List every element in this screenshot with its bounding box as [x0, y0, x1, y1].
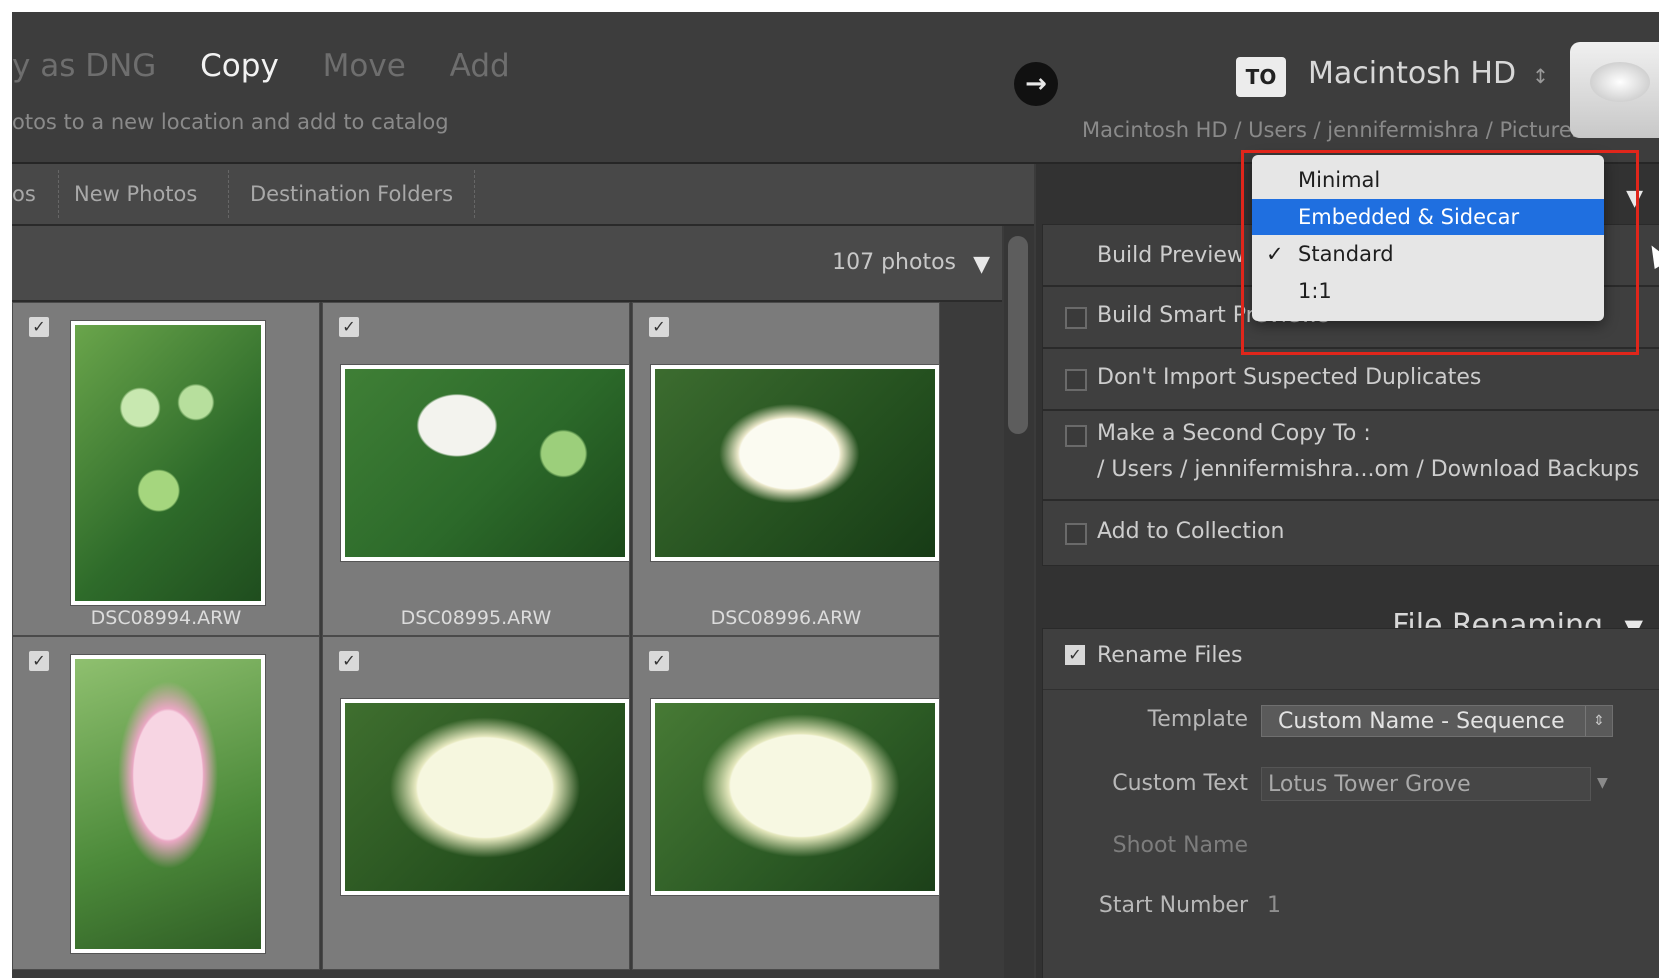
add-to-collection-row: Add to Collection — [1042, 500, 1659, 566]
include-checkbox[interactable]: ✓ — [339, 317, 359, 337]
to-badge: TO — [1236, 57, 1286, 97]
second-copy-path[interactable]: / Users / jennifermishra...om / Download… — [1097, 457, 1639, 482]
template-select[interactable]: Custom Name - Sequence ⇕ — [1261, 705, 1613, 737]
grid-cell[interactable]: ✓ DSC08996.ARW — [632, 302, 940, 636]
add-to-collection-label: Add to Collection — [1097, 519, 1285, 544]
include-checkbox[interactable]: ✓ — [339, 651, 359, 671]
grid-cell[interactable]: ✓ — [322, 636, 630, 970]
include-checkbox[interactable]: ✓ — [29, 317, 49, 337]
build-smart-previews-checkbox[interactable] — [1065, 307, 1087, 329]
divider — [1043, 689, 1659, 690]
hard-drive-icon — [1570, 42, 1659, 138]
template-label: Template — [1147, 707, 1248, 732]
photo-thumbnail[interactable] — [341, 365, 629, 561]
grid-cell[interactable]: ✓ DSC08994.ARW — [12, 302, 320, 636]
custom-text-input[interactable]: Lotus Tower Grove — [1261, 767, 1591, 801]
start-number-input[interactable]: 1 — [1267, 893, 1281, 918]
destination-path: Macintosh HD / Users / jennifermishra / … — [1082, 118, 1583, 142]
photo-thumbnail[interactable] — [651, 699, 939, 895]
tab-all-photos[interactable]: os — [12, 182, 36, 206]
tab-destination-folders[interactable]: Destination Folders — [250, 182, 453, 206]
photo-thumbnail[interactable] — [651, 365, 939, 561]
tab-divider — [228, 170, 229, 218]
rename-files-checkbox[interactable]: ✓ — [1065, 645, 1085, 665]
start-number-label: Start Number — [1098, 893, 1248, 918]
photo-thumbnail[interactable] — [71, 321, 265, 605]
mode-add[interactable]: Add — [450, 48, 510, 84]
grid-toolbar: 107 photos ▼ — [12, 226, 1002, 302]
thumbnail-filename: DSC08994.ARW — [90, 607, 242, 629]
grid-scrollbar[interactable] — [1004, 226, 1034, 978]
photo-count: 107 photos — [832, 250, 956, 275]
custom-text-value: Lotus Tower Grove — [1268, 772, 1471, 797]
build-previews-label: Build Preview — [1097, 243, 1245, 268]
import-mode-selector: y as DNG Copy Move Add — [12, 48, 544, 84]
include-checkbox[interactable]: ✓ — [649, 317, 669, 337]
add-to-collection-checkbox[interactable] — [1065, 523, 1087, 545]
second-copy-row: Make a Second Copy To : / Users / jennif… — [1042, 410, 1659, 500]
tab-divider — [474, 170, 475, 218]
mode-description: otos to a new location and add to catalo… — [12, 110, 449, 134]
mode-move[interactable]: Move — [323, 48, 406, 84]
thumbnail-filename: DSC08995.ARW — [400, 607, 552, 629]
scrollbar-thumb[interactable] — [1008, 236, 1028, 434]
source-tab-bar: os New Photos Destination Folders — [12, 164, 1034, 226]
sort-menu-triangle-icon[interactable]: ▼ — [973, 252, 990, 277]
mode-copy-as-dng[interactable]: y as DNG — [12, 48, 156, 84]
include-checkbox[interactable]: ✓ — [29, 651, 49, 671]
dont-import-duplicates-checkbox[interactable] — [1065, 369, 1087, 391]
custom-text-label: Custom Text — [1112, 771, 1248, 796]
tab-new-photos[interactable]: New Photos — [74, 182, 197, 206]
second-copy-checkbox[interactable] — [1065, 425, 1087, 447]
chevron-down-icon[interactable]: ▼ — [1597, 775, 1608, 791]
grid-cell[interactable]: ✓ — [12, 636, 320, 970]
annotation-highlight-box — [1241, 150, 1639, 355]
right-arrow-icon: → — [1014, 62, 1058, 106]
template-select-value: Custom Name - Sequence — [1278, 709, 1565, 734]
tab-divider — [58, 170, 59, 218]
include-checkbox[interactable]: ✓ — [649, 651, 669, 671]
photo-thumbnail[interactable] — [341, 699, 629, 895]
shoot-name-label: Shoot Name — [1112, 833, 1248, 858]
chevron-updown-icon: ⇕ — [1585, 706, 1612, 736]
import-window: y as DNG Copy Move Add otos to a new loc… — [12, 12, 1659, 978]
mode-copy[interactable]: Copy — [200, 48, 279, 84]
rename-files-label: Rename Files — [1097, 643, 1243, 668]
dont-import-duplicates-label: Don't Import Suspected Duplicates — [1097, 365, 1482, 390]
second-copy-label: Make a Second Copy To : — [1097, 421, 1371, 446]
dont-import-duplicates-row: Don't Import Suspected Duplicates — [1042, 348, 1659, 410]
destination-volume-selector[interactable]: Macintosh HD ↕ — [1308, 56, 1549, 91]
import-header: y as DNG Copy Move Add otos to a new loc… — [12, 12, 1659, 164]
grid-cell[interactable]: ✓ DSC08995.ARW — [322, 302, 630, 636]
file-renaming-panel: ✓ Rename Files Template Custom Name - Se… — [1042, 628, 1659, 978]
destination-volume-name: Macintosh HD — [1308, 56, 1517, 91]
chevron-updown-icon: ↕ — [1532, 64, 1549, 88]
thumbnail-filename: DSC08996.ARW — [710, 607, 862, 629]
photo-thumbnail[interactable] — [71, 655, 265, 953]
grid-cell[interactable]: ✓ — [632, 636, 940, 970]
